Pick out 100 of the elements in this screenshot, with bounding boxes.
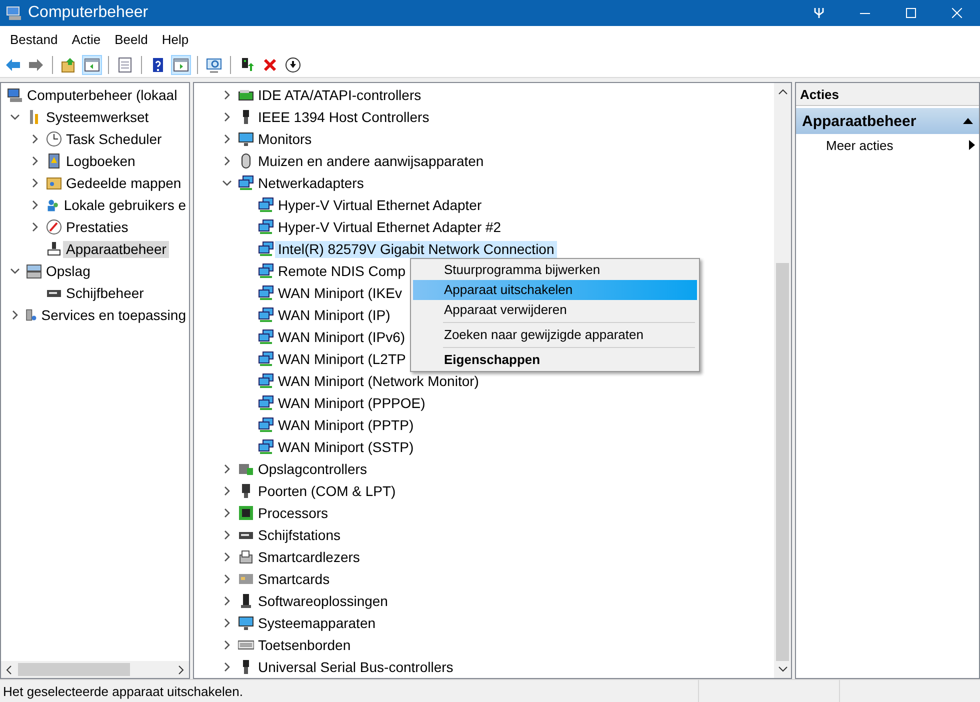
tree-item[interactable]: Monitors xyxy=(255,130,315,148)
device-icon xyxy=(46,241,62,257)
users-icon xyxy=(46,197,60,213)
chevron-right-icon[interactable] xyxy=(222,486,232,496)
tree-item[interactable]: WAN Miniport (SSTP) xyxy=(275,438,417,456)
chevron-right-icon[interactable] xyxy=(222,508,232,518)
network-icon xyxy=(258,329,274,345)
menu-item[interactable]: Help xyxy=(154,32,196,46)
menu-item[interactable]: Apparaat verwijderen xyxy=(413,300,697,320)
tree-item[interactable]: Logboeken xyxy=(63,152,138,170)
panel-left-icon xyxy=(84,56,100,72)
tree-item[interactable]: Schijfstations xyxy=(255,526,344,544)
chevron-right-icon[interactable] xyxy=(30,156,40,166)
tree-item[interactable]: Remote NDIS Comp xyxy=(275,262,409,280)
tree-item[interactable]: Prestaties xyxy=(63,218,132,236)
tree-item[interactable]: Gedeelde mappen xyxy=(63,174,184,192)
chevron-right-icon[interactable] xyxy=(222,464,232,474)
chevron-right-icon[interactable] xyxy=(222,552,232,562)
menu-item[interactable]: Apparaat uitschakelen xyxy=(413,280,697,300)
toolbar-button[interactable] xyxy=(82,54,102,74)
tree-item[interactable]: Hyper-V Virtual Ethernet Adapter xyxy=(275,196,485,214)
tree-item[interactable]: WAN Miniport (IP) xyxy=(275,306,394,324)
tree-item[interactable]: Apparaatbeheer xyxy=(63,240,170,258)
tree-item[interactable]: Poorten (COM & LPT) xyxy=(255,482,399,500)
chevron-right-icon[interactable] xyxy=(222,90,232,100)
menu-item[interactable]: Stuurprogramma bijwerken xyxy=(413,260,697,280)
tree-item[interactable]: Lokale gebruikers e xyxy=(60,196,189,214)
computer-icon xyxy=(7,87,23,103)
tree-item[interactable]: Opslagcontrollers xyxy=(255,460,370,478)
close-icon xyxy=(262,56,278,72)
status-text: Het geselecteerde apparaat uitschakelen. xyxy=(2,684,244,698)
action-item[interactable]: Meer acties xyxy=(796,134,979,156)
card-reader-icon xyxy=(238,549,254,565)
chevron-right-icon[interactable] xyxy=(222,134,232,144)
monitor-icon xyxy=(238,615,254,631)
chevron-right-icon[interactable] xyxy=(222,596,232,606)
tree-item[interactable]: WAN Miniport (L2TP xyxy=(275,350,409,368)
chevron-right-icon[interactable] xyxy=(10,310,20,320)
tree-item[interactable]: WAN Miniport (Network Monitor) xyxy=(275,372,482,390)
menu-item[interactable]: Actie xyxy=(64,32,108,46)
section-header[interactable]: Apparaatbeheer xyxy=(796,108,979,134)
chevron-right-icon[interactable] xyxy=(30,178,40,188)
network-icon xyxy=(258,241,274,257)
tree-item[interactable]: Toetsenborden xyxy=(255,636,354,654)
tree-item[interactable]: Services en toepassing xyxy=(38,306,189,324)
tree-item[interactable]: Hyper-V Virtual Ethernet Adapter #2 xyxy=(275,218,504,236)
chevron-right-icon[interactable] xyxy=(30,200,40,210)
pin-icon xyxy=(814,7,824,19)
network-icon xyxy=(258,351,274,367)
controller-icon xyxy=(238,87,254,103)
tree-item[interactable]: WAN Miniport (PPTP) xyxy=(275,416,417,434)
horizontal-scrollbar[interactable] xyxy=(1,661,189,678)
chevron-right-icon[interactable] xyxy=(222,156,232,166)
pane-header: Acties xyxy=(796,83,979,106)
tree-item[interactable]: WAN Miniport (IPv6) xyxy=(275,328,408,346)
tree-item[interactable]: IDE ATA/ATAPI-controllers xyxy=(255,86,424,104)
card-icon xyxy=(238,571,254,587)
menu-item[interactable]: Bestand xyxy=(3,32,65,46)
chevron-right-icon[interactable] xyxy=(222,112,232,122)
tree-item[interactable]: Computerbeheer (lokaal xyxy=(24,86,180,104)
log-book-icon xyxy=(46,153,62,169)
tree-item[interactable]: WAN Miniport (PPPOE) xyxy=(275,394,428,412)
menu-item[interactable]: Eigenschappen xyxy=(413,350,697,370)
chevron-right-icon[interactable] xyxy=(222,530,232,540)
tree-item[interactable]: Systeemapparaten xyxy=(255,614,379,632)
maximize-icon xyxy=(906,8,916,18)
chevron-right-icon[interactable] xyxy=(30,222,40,232)
network-icon xyxy=(238,175,254,191)
monitor-search-icon xyxy=(206,56,222,72)
tree-item[interactable]: Smartcards xyxy=(255,570,333,588)
tree-item[interactable]: Opslag xyxy=(43,262,94,280)
menu-item[interactable]: Zoeken naar gewijzigde apparaten xyxy=(413,325,697,345)
tree-item[interactable]: IEEE 1394 Host Controllers xyxy=(255,108,432,126)
toolbar-button[interactable] xyxy=(283,54,303,74)
panel-right-icon xyxy=(173,56,189,72)
chevron-right-icon[interactable] xyxy=(222,574,232,584)
tree-item[interactable]: Smartcardlezers xyxy=(255,548,363,566)
tree-item[interactable]: Processors xyxy=(255,504,332,522)
tree-item[interactable]: Softwareoplossingen xyxy=(255,592,391,610)
chevron-right-icon[interactable] xyxy=(222,618,232,628)
tree-item[interactable]: Task Scheduler xyxy=(63,130,165,148)
tree-item[interactable]: Schijfbeheer xyxy=(63,284,147,302)
tree-item[interactable]: Intel(R) 82579V Gigabit Network Connection xyxy=(275,240,558,258)
tree-item[interactable]: Netwerkadapters xyxy=(255,174,367,192)
menu-item[interactable]: Beeld xyxy=(108,32,155,46)
tree-item[interactable]: Muizen en andere aanwijsapparaten xyxy=(255,152,487,170)
chevron-down-icon[interactable] xyxy=(10,112,20,122)
chevron-right-icon[interactable] xyxy=(222,640,232,650)
storage-icon xyxy=(26,263,42,279)
chevron-right-icon[interactable] xyxy=(30,134,40,144)
vertical-scrollbar[interactable] xyxy=(774,83,791,678)
tree-item[interactable]: Systeemwerkset xyxy=(43,108,152,126)
gauge-icon xyxy=(46,219,62,235)
chip-icon xyxy=(238,505,254,521)
toolbar-button[interactable] xyxy=(171,54,191,74)
tree-item[interactable]: Universal Serial Bus-controllers xyxy=(255,658,456,676)
chevron-right-icon[interactable] xyxy=(222,662,232,672)
tree-item[interactable]: WAN Miniport (IKEv xyxy=(275,284,405,302)
chevron-down-icon[interactable] xyxy=(10,266,20,276)
chevron-down-icon[interactable] xyxy=(222,178,232,188)
